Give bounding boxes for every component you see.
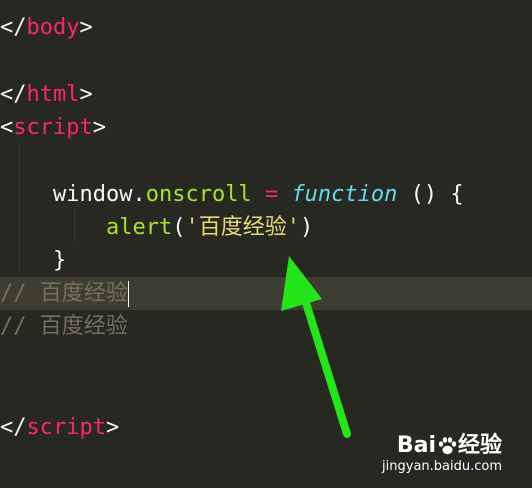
code-editor[interactable]: </body> </html> <script> window.onscroll… (0, 0, 532, 488)
baidu-jingyan-watermark: Bai 经验 jingyan.baidu.com (382, 427, 502, 474)
watermark-brand: Bai 经验 (396, 433, 502, 458)
green-arrow-icon (281, 256, 351, 438)
watermark-url: jingyan.baidu.com (382, 459, 502, 474)
baidu-paw-icon (438, 437, 457, 455)
